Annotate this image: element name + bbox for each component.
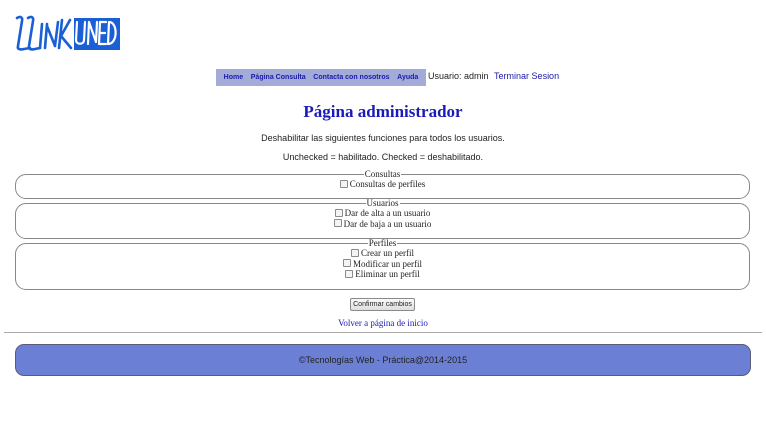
option-consultas-perfiles[interactable]: Consultas de perfiles xyxy=(16,179,749,190)
option-label: Crear un perfil xyxy=(361,248,414,258)
fieldset-legend: Usuarios xyxy=(366,198,399,208)
fieldset-legend: Perfiles xyxy=(368,238,397,248)
divider xyxy=(4,332,762,333)
back-home-link[interactable]: Volver a página de inicio xyxy=(338,318,428,328)
nav-bar: Home Página Consulta Contacta con nosotr… xyxy=(216,69,426,86)
option-label: Consultas de perfiles xyxy=(349,179,426,189)
nav-contacto-link[interactable]: Contacta con nosotros xyxy=(313,74,389,81)
option-alta-usuario[interactable]: Dar de alta a un usuario xyxy=(16,208,749,219)
checkbox[interactable] xyxy=(333,219,342,228)
user-bar: Usuario: admin Terminar Sesion xyxy=(428,71,559,81)
fieldset-consultas: Consultas Consultas de perfiles xyxy=(15,169,750,199)
nav-consulta-link[interactable]: Página Consulta xyxy=(251,74,306,81)
option-crear-perfil[interactable]: Crear un perfil xyxy=(16,248,749,259)
linkunedin-logo-icon xyxy=(15,15,120,51)
fieldset-usuarios: Usuarios Dar de alta a un usuario Dar de… xyxy=(15,198,750,239)
back-link-wrapper: Volver a página de inicio xyxy=(0,318,766,328)
option-label: Modificar un perfil xyxy=(353,258,422,269)
checkbox[interactable] xyxy=(339,179,348,188)
option-modificar-perfil[interactable]: Modificar un perfil xyxy=(16,259,749,270)
checkbox[interactable] xyxy=(351,248,359,257)
option-label: Dar de baja a un usuario xyxy=(343,218,432,229)
checkbox[interactable] xyxy=(343,259,351,268)
option-label: Eliminar un perfil xyxy=(355,269,420,279)
fieldset-legend: Consultas xyxy=(364,169,401,179)
option-eliminar-perfil[interactable]: Eliminar un perfil xyxy=(16,269,749,280)
instructions-text: Deshabilitar las siguientes funciones pa… xyxy=(261,133,505,143)
user-label: Usuario: admin xyxy=(428,71,489,81)
logout-link[interactable]: Terminar Sesion xyxy=(494,71,559,81)
footer-text: ©Tecnologías Web - Práctica@2014-2015 xyxy=(298,355,468,365)
nav-home-link[interactable]: Home xyxy=(224,74,243,81)
option-label: Dar de alta a un usuario xyxy=(344,208,431,218)
checkbox[interactable] xyxy=(334,208,343,217)
confirm-changes-button[interactable]: Confirmar cambios xyxy=(350,298,415,311)
page-title: Página administrador xyxy=(303,102,463,121)
footer: ©Tecnologías Web - Práctica@2014-2015 xyxy=(15,344,751,376)
legend-help-text: Unchecked = habilitado. Checked = deshab… xyxy=(282,152,484,162)
fieldset-perfiles: Perfiles Crear un perfil Modificar un pe… xyxy=(15,238,750,290)
nav-ayuda-link[interactable]: Ayuda xyxy=(397,74,418,81)
checkbox[interactable] xyxy=(345,269,354,278)
option-baja-usuario[interactable]: Dar de baja a un usuario xyxy=(16,219,749,230)
